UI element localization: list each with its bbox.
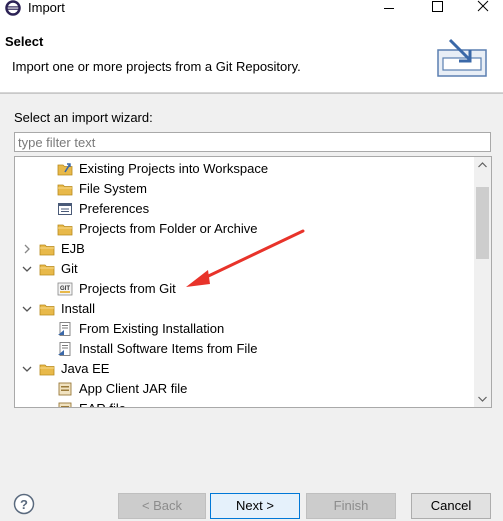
tree-item-label: File System	[79, 181, 147, 196]
finish-button[interactable]: Finish	[306, 493, 396, 519]
folder-icon	[39, 264, 55, 276]
tree-item[interactable]: GIT Projects from Git	[15, 279, 475, 299]
minimize-icon	[384, 8, 394, 9]
tree-item-label: Install Software Items from File	[79, 341, 258, 356]
tree-item-label: Java EE	[61, 361, 110, 376]
wizard-header: Select Import one or more projects from …	[0, 18, 503, 93]
next-button[interactable]: Next >	[210, 493, 300, 519]
minimize-button[interactable]	[366, 0, 412, 17]
tree-item[interactable]: App Client JAR file	[15, 379, 475, 399]
folder-icon	[57, 224, 73, 236]
maximize-button[interactable]	[413, 0, 459, 17]
git-icon: GIT	[57, 282, 73, 296]
tree-item[interactable]: Java EE	[15, 359, 475, 379]
wizard-tree[interactable]: EAR file App Client JAR file Java EE Instal…	[14, 156, 492, 408]
wizard-label: Select an import wizard:	[14, 110, 153, 125]
scroll-down-icon[interactable]	[474, 390, 491, 407]
cancel-button[interactable]: Cancel	[411, 493, 491, 519]
eclipse-icon	[5, 0, 21, 16]
back-button[interactable]: < Back	[118, 493, 206, 519]
page-title: Select	[5, 34, 44, 49]
close-icon	[477, 0, 489, 12]
jar-icon	[58, 402, 72, 407]
window-title: Import	[28, 0, 65, 15]
tree-item-label: App Client JAR file	[79, 381, 188, 396]
scroll-thumb[interactable]	[476, 187, 489, 259]
tree-item[interactable]: Preferences	[15, 199, 475, 219]
tree-item[interactable]: Git	[15, 259, 475, 279]
tree-item-label: Preferences	[79, 201, 150, 216]
title-bar: Import	[0, 0, 503, 18]
folder-icon	[39, 364, 55, 376]
chevron-down-icon[interactable]	[21, 263, 33, 275]
maximize-icon	[432, 1, 443, 12]
tree-item[interactable]: EJB	[15, 239, 475, 259]
chevron-down-icon[interactable]	[21, 303, 33, 315]
tree-item-label: Projects from Git	[79, 281, 176, 296]
help-icon[interactable]: ?	[13, 493, 35, 515]
svg-text:?: ?	[20, 497, 28, 512]
tree-item-label: Projects from Folder or Archive	[79, 221, 258, 236]
tree-item[interactable]: Install	[15, 299, 475, 319]
tree-item[interactable]: From Existing Installation	[15, 319, 475, 339]
header-separator	[0, 93, 503, 94]
folder-icon	[39, 304, 55, 316]
scroll-up-icon[interactable]	[474, 157, 491, 174]
tree-item[interactable]: Existing Projects into Workspace	[15, 159, 475, 179]
tree-item-label: Install	[61, 301, 95, 316]
tree-item[interactable]: Install Software Items from File	[15, 339, 475, 359]
import-wizard-icon	[437, 38, 487, 77]
tree-scrollbar[interactable]	[474, 157, 491, 407]
install-icon	[58, 322, 71, 336]
preferences-icon	[58, 203, 72, 215]
folder-icon	[39, 244, 55, 256]
chevron-down-icon[interactable]	[21, 363, 33, 375]
filter-input[interactable]	[14, 132, 491, 152]
tree-item[interactable]: EAR file	[15, 399, 475, 407]
tree-item-label: EJB	[61, 241, 85, 256]
existing-projects-icon	[57, 163, 73, 176]
folder-icon	[57, 184, 73, 196]
tree-item-label: Git	[61, 261, 78, 276]
tree-item[interactable]: File System	[15, 179, 475, 199]
close-button[interactable]	[460, 0, 503, 17]
tree-item[interactable]: Projects from Folder or Archive	[15, 219, 475, 239]
tree-item-label: From Existing Installation	[79, 321, 225, 336]
jar-icon	[58, 382, 72, 396]
page-description: Import one or more projects from a Git R…	[12, 59, 301, 74]
tree-item-label: EAR file	[79, 401, 126, 407]
tree-item-label: Existing Projects into Workspace	[79, 161, 269, 176]
install-icon	[58, 342, 71, 356]
chevron-right-icon[interactable]	[21, 243, 33, 255]
